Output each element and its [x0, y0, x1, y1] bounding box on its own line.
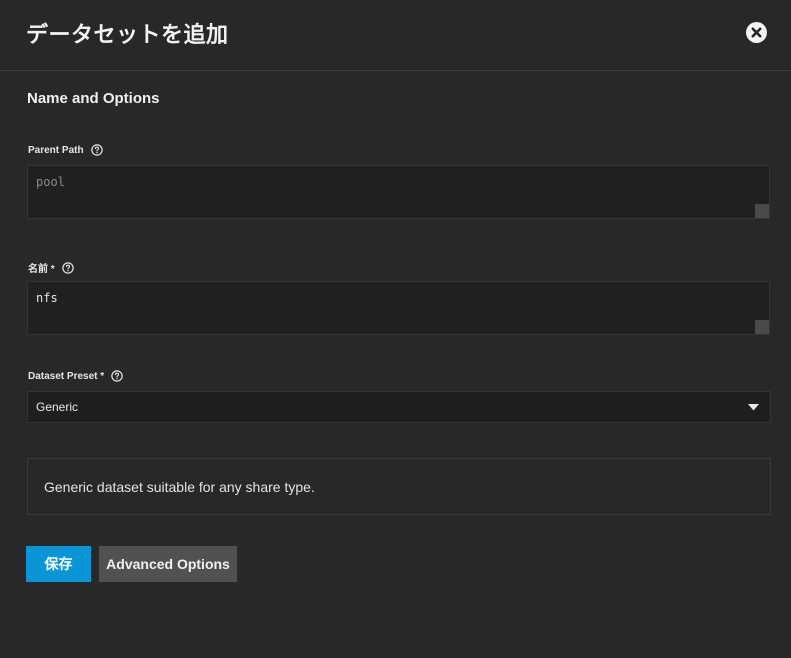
help-circle-icon[interactable] — [90, 144, 103, 156]
preset-description-box: Generic dataset suitable for any share t… — [27, 458, 771, 515]
name-value: nfs — [36, 291, 58, 305]
section-title: Name and Options — [27, 90, 160, 107]
name-label: 名前 * — [28, 264, 55, 275]
dataset-preset-label: Dataset Preset * — [28, 370, 105, 382]
dialog-title: データセットを追加 — [26, 22, 229, 47]
chevron-down-icon — [748, 404, 759, 411]
close-icon — [751, 27, 762, 38]
dataset-preset-select[interactable]: Generic — [27, 391, 771, 423]
add-dataset-dialog: データセットを追加 Name and Options Parent Path p… — [0, 0, 791, 658]
parent-path-field[interactable]: pool — [27, 165, 770, 219]
preset-description: Generic dataset suitable for any share t… — [44, 479, 315, 495]
resize-handle[interactable] — [755, 204, 769, 218]
name-field[interactable]: nfs — [27, 281, 770, 335]
dialog-header: データセットを追加 — [0, 0, 791, 71]
resize-handle[interactable] — [755, 320, 769, 334]
name-label-row: 名前 * — [28, 260, 74, 275]
parent-path-label: Parent Path — [28, 144, 84, 156]
save-button[interactable]: 保存 — [26, 546, 91, 582]
dataset-preset-value: Generic — [36, 400, 79, 414]
help-circle-icon[interactable] — [61, 261, 74, 274]
advanced-options-button[interactable]: Advanced Options — [99, 546, 237, 582]
dataset-preset-label-row: Dataset Preset * — [28, 370, 123, 382]
help-circle-icon[interactable] — [111, 370, 123, 382]
parent-path-value: pool — [36, 175, 65, 189]
close-button[interactable] — [746, 22, 767, 43]
parent-path-label-row: Parent Path — [28, 144, 103, 156]
